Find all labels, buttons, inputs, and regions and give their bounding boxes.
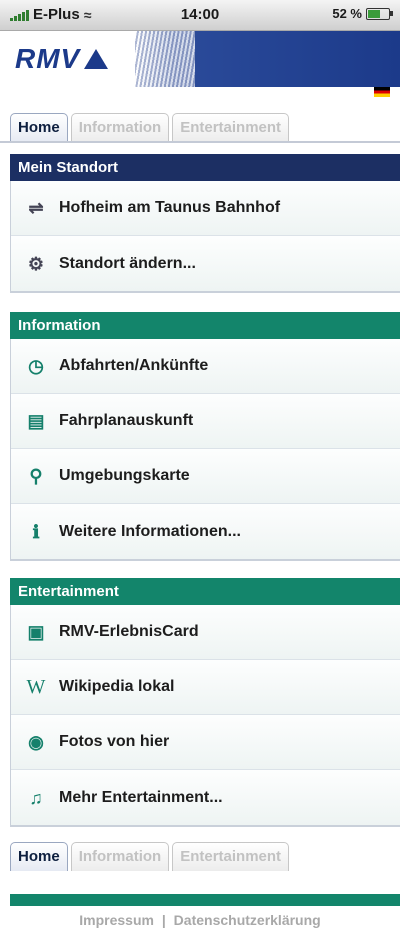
- battery-icon: [366, 7, 393, 20]
- item-label: Fahrplanauskunft: [59, 412, 194, 429]
- tab-entertainment-bottom[interactable]: Entertainment: [172, 842, 290, 871]
- datenschutz-link[interactable]: Datenschutzerklärung: [174, 912, 321, 928]
- item-label: Standort ändern...: [59, 254, 196, 272]
- tab-entertainment[interactable]: Entertainment: [172, 113, 290, 142]
- list-item-fahrplanauskunft[interactable]: ▤ Fahrplanauskunft: [11, 394, 400, 449]
- location-change-icon: ⚙: [27, 253, 45, 274]
- list-item-abfahrten[interactable]: ◷ Abfahrten/Ankünfte: [11, 339, 400, 394]
- german-flag-icon[interactable]: [374, 87, 390, 97]
- logo-triangle-icon: [84, 49, 109, 69]
- item-label: Abfahrten/Ankünfte: [59, 357, 209, 374]
- header-stripes: [135, 31, 195, 87]
- section-information: Information ◷ Abfahrten/Ankünfte ▤ Fahrp…: [10, 312, 400, 561]
- list-item-fotos[interactable]: ◉ Fotos von hier: [11, 715, 400, 770]
- list-item-mehr-entertainment[interactable]: ♫ Mehr Entertainment...: [11, 770, 400, 825]
- logo-text: RMV: [15, 43, 81, 74]
- footer-band: [10, 894, 400, 906]
- camera-icon: ◉: [28, 732, 44, 752]
- section-standort: Mein Standort ⇌ Hofheim am Taunus Bahnho…: [10, 154, 400, 293]
- app-header: RMV: [0, 31, 400, 111]
- magnifier-icon: ⚲: [29, 466, 43, 486]
- item-label: RMV-ErlebnisCard: [59, 623, 199, 640]
- status-bar: E-Plus ≈ 14:00 52 %: [0, 0, 400, 31]
- list-item-wikipedia[interactable]: W Wikipedia lokal: [11, 660, 400, 715]
- section-entertainment: Entertainment ▣ RMV-ErlebnisCard W Wikip…: [10, 578, 400, 827]
- item-label: Wikipedia lokal: [59, 678, 175, 695]
- footer-links: Impressum | Datenschutzerklärung: [0, 912, 400, 928]
- battery-percent: 52 %: [332, 6, 362, 21]
- departures-icon: ◷: [28, 356, 44, 376]
- wikipedia-icon: W: [26, 676, 46, 698]
- section-title-information: Information: [10, 312, 400, 339]
- music-icon: ♫: [29, 787, 43, 808]
- more-info-icon: ℹ: [32, 521, 40, 542]
- rmv-logo[interactable]: RMV: [15, 43, 125, 74]
- tab-information-bottom[interactable]: Information: [70, 842, 170, 871]
- transfer-icon: ⇌: [28, 198, 44, 218]
- list-item-umgebungskarte[interactable]: ⚲ Umgebungskarte: [11, 449, 400, 504]
- tab-home-bottom[interactable]: Home: [10, 842, 68, 871]
- bottom-tab-bar: Home Information Entertainment: [10, 842, 290, 871]
- card-icon: ▣: [27, 622, 45, 642]
- tab-home[interactable]: Home: [10, 113, 68, 142]
- top-tab-bar: Home Information Entertainment: [10, 113, 290, 142]
- list-item-erlebniscard[interactable]: ▣ RMV-ErlebnisCard: [11, 605, 400, 660]
- timetable-icon: ▤: [27, 411, 45, 431]
- section-title-standort: Mein Standort: [10, 154, 400, 181]
- footer-separator: |: [161, 912, 166, 928]
- item-label: Weitere Informationen...: [59, 522, 241, 540]
- list-item-weitere-informationen[interactable]: ℹ Weitere Informationen...: [11, 504, 400, 559]
- list-item-hofheim[interactable]: ⇌ Hofheim am Taunus Bahnhof: [11, 181, 400, 236]
- item-label: Umgebungskarte: [59, 467, 190, 484]
- battery-info: 52 %: [332, 6, 393, 21]
- item-label: Fotos von hier: [59, 733, 170, 750]
- item-label: Mehr Entertainment...: [59, 788, 223, 806]
- section-title-entertainment: Entertainment: [10, 578, 400, 605]
- tab-information[interactable]: Information: [70, 113, 170, 142]
- impressum-link[interactable]: Impressum: [79, 912, 154, 928]
- item-label: Hofheim am Taunus Bahnhof: [59, 199, 281, 216]
- list-item-standort-aendern[interactable]: ⚙ Standort ändern...: [11, 236, 400, 291]
- tab-divider: [0, 141, 400, 143]
